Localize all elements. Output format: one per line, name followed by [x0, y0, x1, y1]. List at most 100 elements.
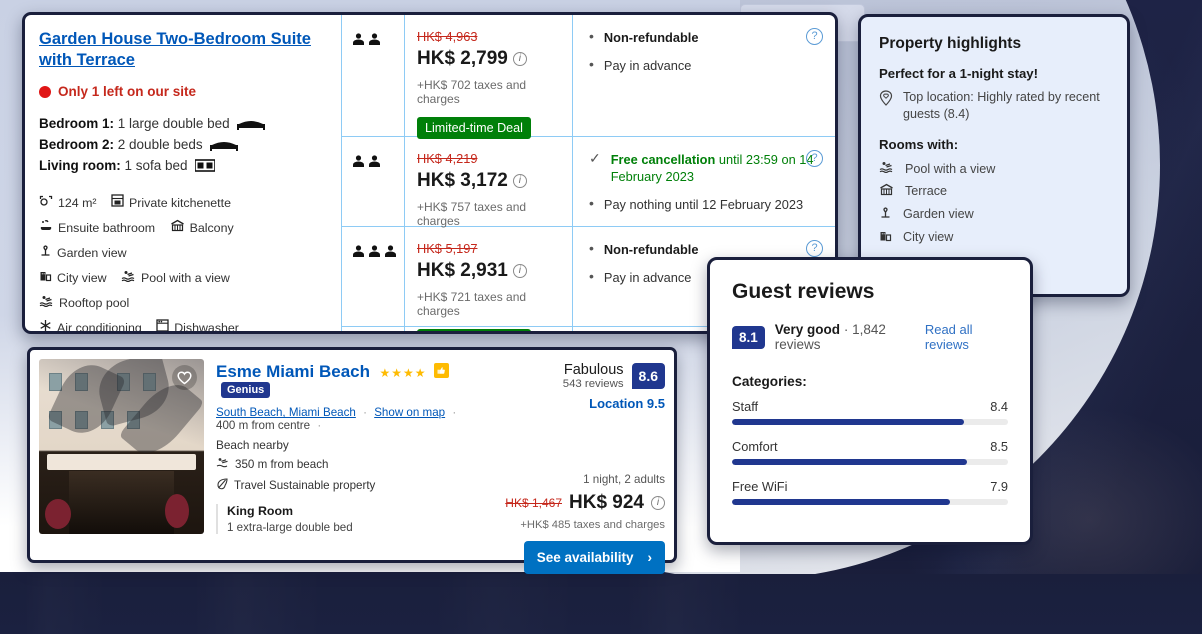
category-name: Comfort [732, 439, 778, 454]
rooms-with-item: Terrace [879, 183, 1109, 199]
deal-badge: Limited-time Deal [417, 329, 531, 331]
availability-warning-text: Only 1 left on our site [58, 84, 197, 99]
category-bar-fill [732, 419, 964, 425]
hotel-location-line: South Beach, Miami Beach · Show on map ·… [216, 406, 478, 432]
garden-view-icon [39, 241, 52, 266]
option-text-group: Free cancellation until 23:59 on 14 Febr… [611, 151, 821, 185]
category-header: Comfort 8.5 [732, 439, 1008, 454]
city-view-icon [39, 266, 52, 291]
category-bar-track [732, 419, 1008, 425]
amenity-label: Rooftop pool [59, 296, 130, 310]
sofa-bed-icon [194, 158, 217, 177]
review-category: Free WiFi 7.9 [732, 479, 1008, 505]
bed-value: 2 double beds [117, 137, 203, 152]
bed-row: Bedroom 2: 2 double beds [39, 135, 327, 156]
category-score: 8.5 [990, 439, 1008, 454]
double-bed-icon [210, 137, 239, 156]
option-line: • Pay in advance [589, 57, 821, 74]
sustainable-row: Travel Sustainable property [216, 477, 478, 493]
categories-title: Categories: [732, 374, 807, 389]
amenity-item: 124 m² [39, 191, 97, 216]
amenity-label: Balcony [189, 221, 234, 235]
price-info-icon[interactable]: i [512, 174, 527, 188]
hotel-result-card: Esme Miami Beach ★★★★ Genius South Beach… [27, 347, 677, 574]
star-rating-icon: ★★★★ [379, 366, 427, 380]
distance-from-beach-row: 350 m from beach [216, 457, 478, 472]
original-price: HK$ 5,197 [417, 241, 478, 256]
double-bed-icon [237, 116, 266, 135]
current-price: HK$ 2,931 [417, 260, 508, 281]
chevron-right-icon: › [647, 550, 653, 565]
help-icon[interactable]: ? [806, 150, 823, 167]
occupancy-cell [342, 137, 404, 227]
option-text: Non-refundable [603, 242, 699, 257]
hotel-name-link[interactable]: Esme Miami Beach [216, 362, 370, 381]
bed-value: 1 large double bed [117, 116, 230, 131]
review-score-text: Very good · 1,842 reviews [775, 322, 915, 352]
bullet-icon: • [589, 56, 594, 72]
location-pin-icon [879, 89, 893, 111]
amenity-label: City view [57, 271, 107, 285]
highlights-top-location: Top location: Highly rated by recent gue… [879, 89, 1109, 123]
option-line: • Pay nothing until 12 February 2023 [589, 196, 821, 213]
rating-text-group: Fabulous 543 reviews [563, 362, 624, 390]
save-to-wishlist-button[interactable] [172, 365, 197, 390]
help-icon[interactable]: ? [806, 28, 823, 45]
rooms-with-label: Pool with a view [905, 161, 996, 176]
amenity-label: Pool with a view [141, 271, 230, 285]
heart-icon [177, 370, 192, 384]
hotel-details: Esme Miami Beach ★★★★ Genius South Beach… [216, 359, 478, 551]
option-cell: ? • Non-refundable • Pay in advance [573, 15, 835, 137]
rooms-with-title: Rooms with: [879, 137, 959, 152]
taxes-text: +HK$ 721 taxes and charges [417, 290, 527, 318]
option-line: • Non-refundable [589, 29, 821, 46]
deal-badge: Limited-time Deal [417, 117, 531, 139]
category-header: Free WiFi 7.9 [732, 479, 1008, 494]
see-availability-button[interactable]: See availability › [523, 541, 665, 574]
highlights-title: Property highlights [879, 35, 1022, 52]
amenity-item: Balcony [170, 216, 234, 241]
bullet-icon: • [589, 195, 594, 211]
room-title-link[interactable]: Garden House Two-Bedroom Suite with Terr… [39, 29, 327, 71]
rating-summary: Fabulous 543 reviews 8.6 [490, 362, 665, 390]
selected-room-name: King Room [227, 504, 294, 518]
option-cell: ? ✓ Free cancellation until 23:59 on 14 … [573, 137, 835, 227]
bed-configuration: Bedroom 1: 1 large double bed Bedroom 2:… [39, 114, 327, 177]
price-info-icon[interactable]: i [512, 264, 527, 278]
price-info-icon[interactable]: i [651, 496, 665, 510]
hotel-price-row: HK$ 1,467 HK$ 924 i [505, 492, 665, 514]
bullet-icon: • [589, 268, 594, 284]
bullet-icon: • [589, 240, 594, 256]
rooms-with-label: City view [903, 230, 954, 244]
genius-badge: Genius [221, 382, 271, 398]
amenity-label: 124 m² [58, 196, 97, 210]
help-icon[interactable]: ? [806, 240, 823, 257]
beach-icon [216, 457, 230, 472]
rooms-with-item: Pool with a view [879, 161, 1109, 176]
hotel-rating-and-price: Fabulous 543 reviews 8.6 Location 9.5 1 … [490, 359, 665, 574]
pool-icon [121, 266, 136, 291]
price-column: HK$ 4,963 HK$ 2,799 i +HK$ 702 taxes and… [405, 15, 573, 331]
show-on-map-link[interactable]: Show on map [374, 406, 445, 419]
read-all-reviews-link[interactable]: Read all reviews [925, 322, 1008, 352]
category-bar-fill [732, 459, 967, 465]
price-info-icon[interactable]: i [512, 52, 527, 66]
hotel-current-price: HK$ 924 [569, 492, 644, 513]
original-price: HK$ 4,963 [417, 29, 478, 44]
garden-view-icon [879, 206, 892, 222]
availability-warning: Only 1 left on our site [39, 84, 327, 99]
dot-separator-icon: · [452, 406, 457, 419]
stay-info-text: 1 night, 2 adults [583, 473, 665, 486]
hotel-area-link[interactable]: South Beach, Miami Beach [216, 406, 356, 419]
occupancy-cell [342, 227, 404, 327]
hotel-taxes-text: +HK$ 485 taxes and charges [520, 519, 665, 531]
kitchenette-icon [111, 191, 124, 216]
distance-from-beach-text: 350 m from beach [235, 458, 329, 471]
dot-separator-icon: · [363, 406, 367, 419]
hotel-photo[interactable] [39, 359, 204, 534]
thumbs-up-icon [433, 363, 449, 378]
guest-icon [368, 245, 381, 263]
option-text: Pay in advance [603, 58, 692, 73]
terrace-icon [879, 183, 894, 199]
dishwasher-icon [156, 316, 169, 331]
